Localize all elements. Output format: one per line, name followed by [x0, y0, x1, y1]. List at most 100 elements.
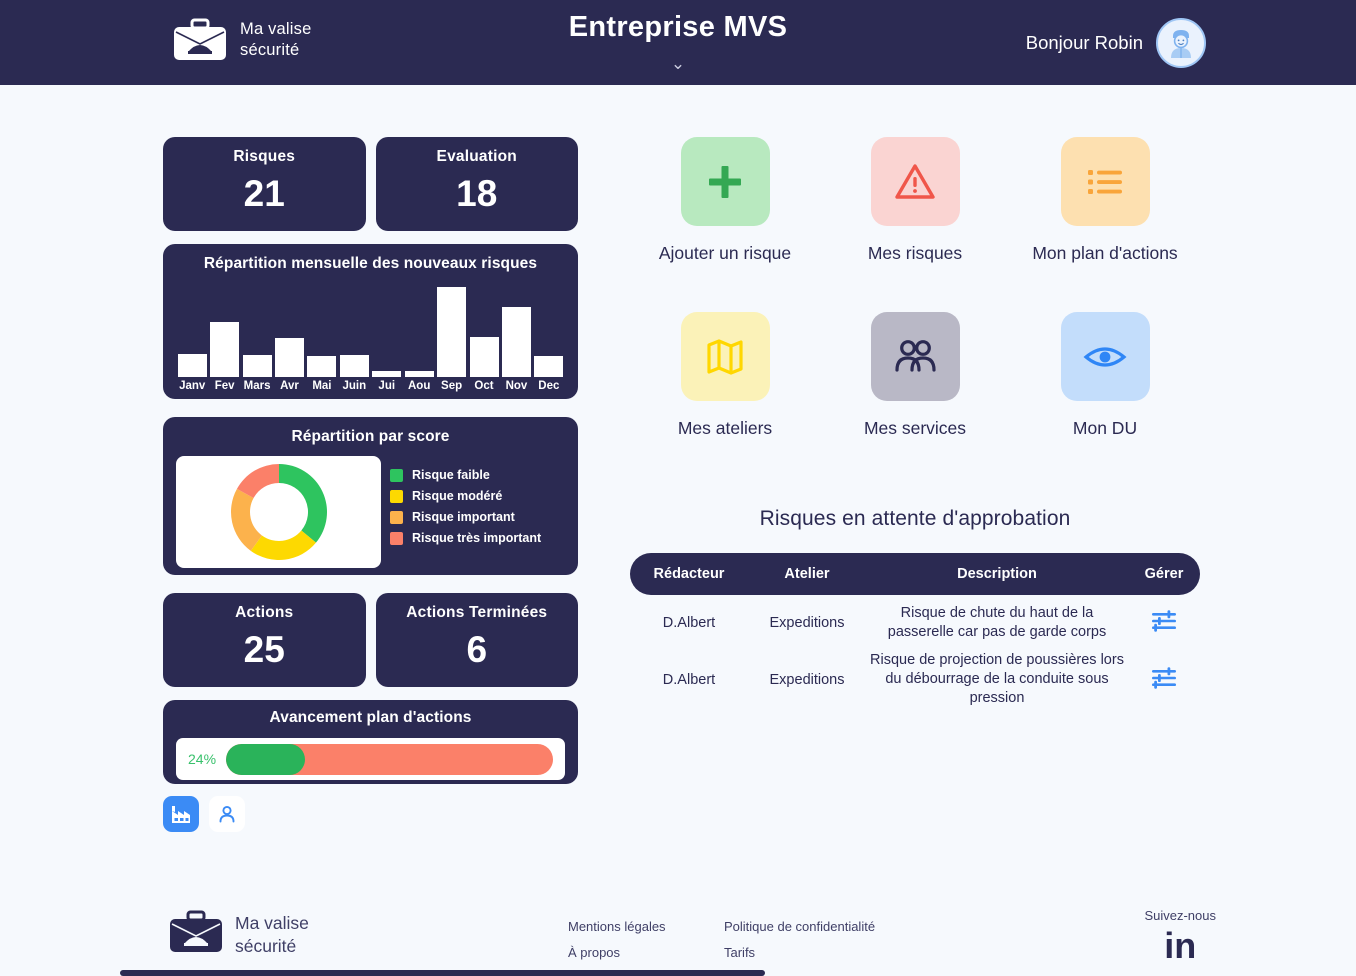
stat-value: 25 [243, 629, 285, 670]
bar-chart-bars [176, 285, 565, 377]
quick-action-tile[interactable]: Mes risques [820, 137, 1010, 264]
manage-button[interactable] [1128, 666, 1200, 694]
cell-description: Risque de chute du haut de la passerelle… [887, 605, 1107, 640]
legend-swatch [390, 531, 403, 545]
bar-column [533, 355, 565, 377]
bar-x-label: Mars [243, 380, 271, 392]
bar-x-label: Jui [378, 380, 396, 392]
bar [339, 354, 369, 377]
footer-link-politique-confidentialite[interactable]: Politique de confidentialité [724, 914, 875, 940]
bar [437, 286, 467, 377]
cell-redacteur: D.Albert [662, 615, 716, 631]
legend-swatch [390, 489, 403, 503]
bar-column [338, 354, 370, 377]
score-distribution-chart: Répartition par score Risque faible Risqu… [163, 417, 578, 575]
column-header-redacteur: Rédacteur [653, 566, 725, 582]
donut-svg [230, 464, 327, 560]
bar-column [176, 354, 208, 377]
horizontal-scrollbar-thumb[interactable] [120, 970, 765, 976]
person-icon [219, 805, 235, 823]
quick-action-tile[interactable]: Mon DU [1010, 312, 1200, 439]
bar-column [306, 355, 338, 377]
stat-label: Risques [233, 148, 296, 165]
footer-link-tarifs[interactable]: Tarifs [724, 940, 875, 966]
legend-label: Risque très important [412, 531, 542, 545]
tile-icon-box[interactable] [1060, 312, 1150, 401]
right-column: Ajouter un risque Mes risques Mon plan d'a… [630, 137, 1200, 708]
legend-item: Risque très important [390, 531, 541, 545]
bar-column [273, 338, 305, 377]
bar [274, 338, 304, 377]
left-column: Risques 21 Evaluation 18 Répartition men… [163, 137, 578, 832]
legend-swatch [390, 468, 403, 482]
quick-action-tile[interactable]: Ajouter un risque [630, 137, 820, 264]
user-avatar-icon [1171, 30, 1191, 58]
stat-card-actions[interactable]: Actions 25 [163, 593, 366, 687]
footer-brand[interactable]: Ma valise sécurité [168, 910, 309, 959]
view-toggle-person[interactable] [209, 796, 245, 832]
pending-table-header: Rédacteur Atelier Description Gérer [630, 553, 1200, 595]
user-zone[interactable]: Bonjour Robin [1026, 18, 1206, 68]
action-plan-progress-card: Avancement plan d'actions 24% [163, 700, 578, 784]
legend-label: Risque important [412, 510, 515, 524]
stat-value: 6 [466, 629, 488, 670]
bar-x-label: Oct [474, 380, 494, 392]
plus-icon [709, 165, 741, 198]
bar-column [435, 286, 467, 377]
stat-value: 21 [243, 173, 285, 214]
manage-button[interactable] [1128, 609, 1200, 637]
stats-row-actions: Actions 25 Actions Terminées 6 [163, 593, 578, 687]
bar-chart-x-labels: Janv Fev Mars Avr Mai Juin Jui Aou Sep Oct Nov Dec [176, 380, 565, 392]
stat-label: Actions Terminées [406, 604, 548, 621]
avatar[interactable] [1156, 18, 1206, 68]
footer-social: Suivez-nous in [1144, 908, 1216, 965]
tile-icon-box[interactable] [870, 137, 960, 226]
footer-link-mentions-legales[interactable]: Mentions légales [568, 914, 666, 940]
sliders-icon [1152, 610, 1176, 632]
factory-icon [172, 806, 190, 823]
progress-title: Avancement plan d'actions [269, 709, 472, 726]
footer-link-a-propos[interactable]: À propos [568, 940, 666, 966]
bar [469, 337, 499, 377]
chart-title: Répartition mensuelle des nouveaux risqu… [203, 255, 538, 272]
user-greeting: Bonjour Robin [1025, 32, 1143, 53]
stat-card-risques[interactable]: Risques 21 [163, 137, 366, 231]
cell-description: Risque de projection de poussières lors … [870, 652, 1124, 706]
bar-column [403, 371, 435, 377]
tile-label: Mon DU [1072, 418, 1138, 438]
view-toggle-factory[interactable] [163, 796, 199, 832]
tile-label: Ajouter un risque [658, 243, 792, 263]
eye-icon [1083, 346, 1127, 367]
legend-item: Risque faible [390, 468, 541, 482]
quick-action-tile[interactable]: Mon plan d'actions [1010, 137, 1200, 264]
tile-icon-box[interactable] [680, 312, 770, 401]
tile-label: Mes services [863, 418, 967, 438]
sliders-icon [1152, 666, 1176, 689]
tile-icon-box[interactable] [1060, 137, 1150, 226]
bar-column [500, 307, 532, 377]
table-row: D.Albert Expeditions Risque de chute du ha… [630, 601, 1200, 645]
linkedin-icon[interactable]: in [1144, 927, 1216, 965]
bar [501, 307, 531, 377]
app-footer: Ma valise sécurité Mentions légales À pr… [0, 896, 1356, 976]
legend-label: Risque modéré [412, 489, 503, 503]
quick-action-tile[interactable]: Mes ateliers [630, 312, 820, 439]
tile-icon-box[interactable] [870, 312, 960, 401]
list-icon [1088, 169, 1122, 194]
cell-redacteur: D.Albert [662, 671, 716, 688]
bar-column [208, 321, 240, 377]
tile-icon-box[interactable] [680, 137, 770, 226]
stat-card-actions-terminees[interactable]: Actions Terminées 6 [375, 593, 578, 687]
bar [307, 355, 337, 377]
stat-label: Actions [235, 604, 294, 621]
users-icon [895, 339, 936, 372]
map-icon [707, 338, 743, 375]
column-header-atelier: Atelier [784, 566, 830, 582]
stat-card-evaluation[interactable]: Evaluation 18 [375, 137, 578, 231]
legend-item: Risque important [390, 510, 541, 524]
quick-action-tile[interactable]: Mes services [820, 312, 1010, 439]
pending-table-body: D.Albert Expeditions Risque de chute du ha… [630, 601, 1200, 708]
bar-x-label: Mai [312, 380, 332, 392]
legend-swatch [390, 510, 403, 524]
bar [534, 355, 564, 377]
